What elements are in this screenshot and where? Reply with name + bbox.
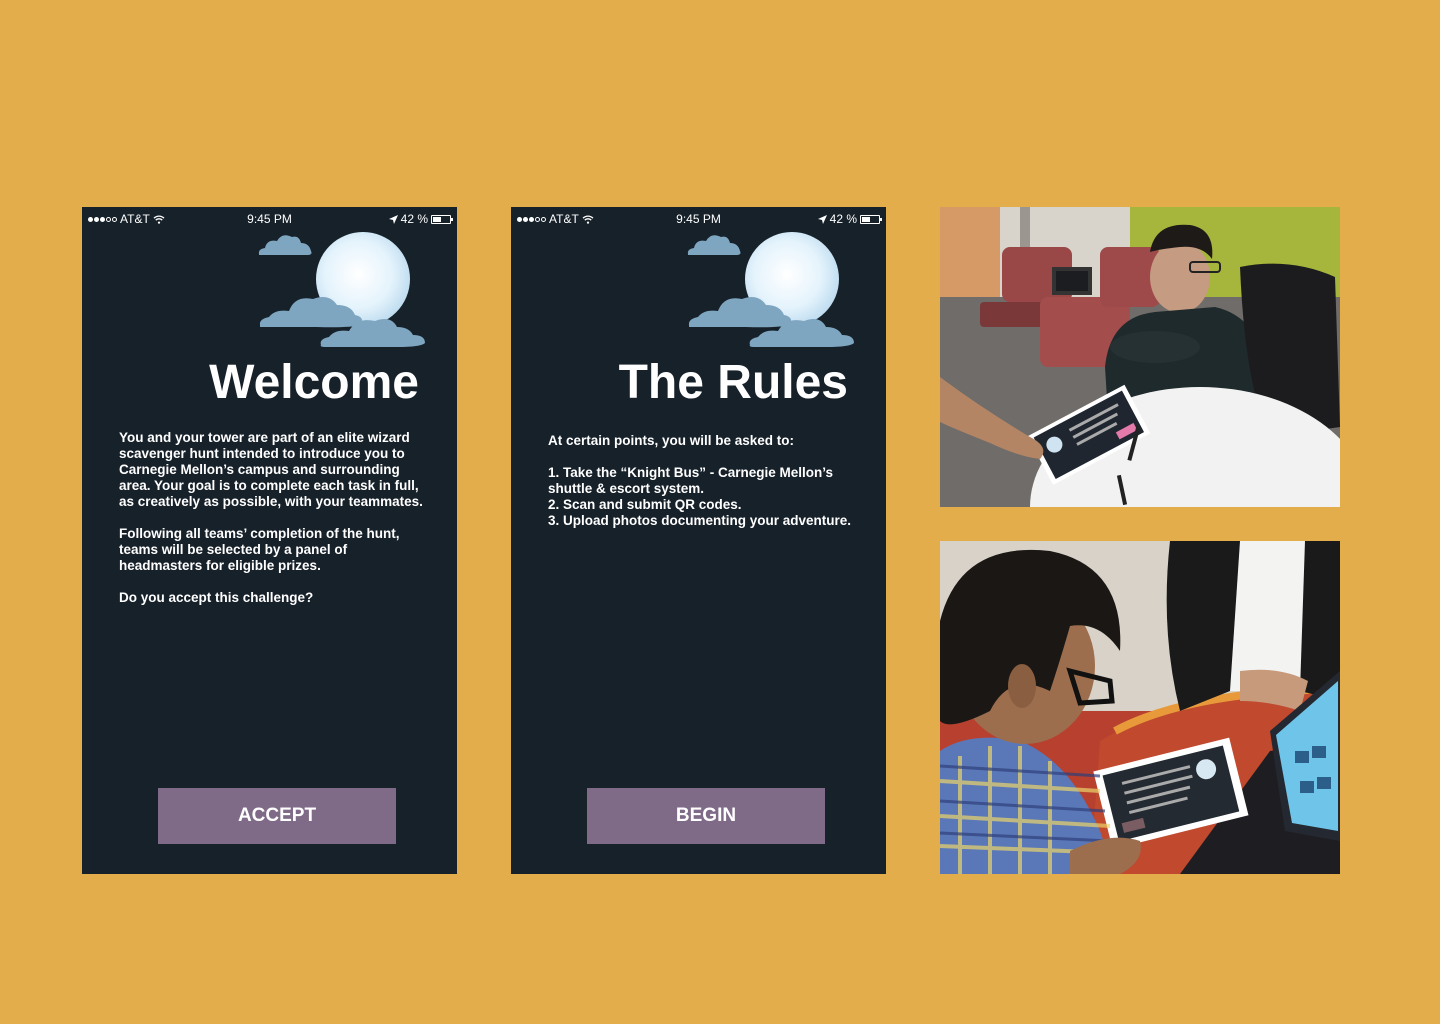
battery-percent: 42 % [829,212,857,226]
moon-clouds-illustration [687,232,854,347]
begin-button[interactable]: BEGIN [587,788,825,844]
battery-icon [860,214,882,224]
user-testing-photo-2 [940,541,1340,874]
page-title: The Rules [618,356,848,409]
location-arrow-icon [388,214,398,224]
accept-button[interactable]: ACCEPT [158,788,396,844]
rules-description: At certain points, you will be asked to:… [548,433,856,529]
description-paragraph: You and your tower are part of an elite … [119,430,423,509]
cloud-icon [258,235,312,255]
moon-clouds-illustration [258,232,425,347]
welcome-description: You and your tower are part of an elite … [119,430,427,622]
location-arrow-icon [817,214,827,224]
status-bar: AT&T 9:45 PM 42 % [82,207,457,231]
rule-item: 3. Upload photos documenting your advent… [548,513,852,528]
photo-illustration [940,207,1340,507]
battery-icon [431,214,453,224]
rule-item: 1. Take the “Knight Bus” - Carnegie Mell… [548,465,834,496]
description-paragraph: Following all teams’ completion of the h… [119,526,400,573]
user-testing-photo-1 [940,207,1340,507]
photo-illustration [940,541,1340,874]
rules-screen: AT&T 9:45 PM 42 % The Rules At certain p… [511,207,886,874]
rule-item: 2. Scan and submit QR codes. [548,497,742,512]
challenge-question: Do you accept this challenge? [119,590,314,605]
rules-intro: At certain points, you will be asked to: [548,433,795,448]
cloud-icon [687,235,741,255]
page-title: Welcome [209,356,419,409]
status-bar: AT&T 9:45 PM 42 % [511,207,886,231]
battery-percent: 42 % [400,212,428,226]
welcome-screen: AT&T 9:45 PM 42 % Welcome You and your t… [82,207,457,874]
